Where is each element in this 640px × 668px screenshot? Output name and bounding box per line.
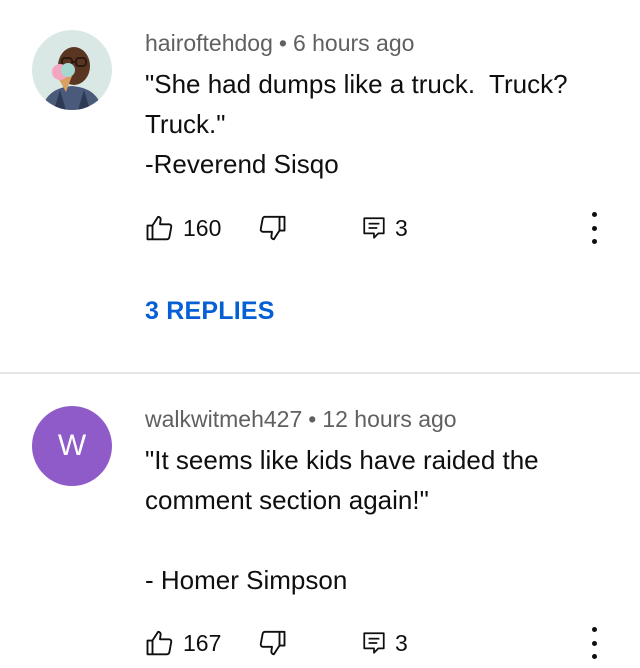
comment-meta: hairoftehdog • 6 hours ago <box>145 30 414 57</box>
more-vertical-icon-dot <box>591 212 597 217</box>
comment-time: 12 hours ago <box>322 406 457 432</box>
comment-time: 6 hours ago <box>292 30 415 56</box>
comment-text: "She had dumps like a truck. Truck? Truc… <box>145 69 568 179</box>
profile-photo-icon <box>32 30 112 110</box>
more-vertical-icon-dot <box>591 627 597 632</box>
thumbs-up-icon <box>146 215 173 241</box>
more-options-button[interactable] <box>582 627 606 659</box>
like-button[interactable]: 160 <box>145 213 257 243</box>
comment-divider <box>0 372 640 374</box>
comment-icon <box>363 632 385 654</box>
reply-count: 3 <box>395 214 408 241</box>
comment-text: "It seems like kids have raided the comm… <box>145 445 539 595</box>
comment-actions: 167 3 <box>145 623 620 663</box>
comment-actions: 160 3 <box>145 208 620 248</box>
meta-separator: • <box>308 406 317 432</box>
more-vertical-icon-dot <box>591 225 597 231</box>
meta-separator: • <box>278 30 287 56</box>
author-name[interactable]: walkwitmeh427 <box>145 406 302 432</box>
comment-icon <box>363 217 385 239</box>
view-replies-button[interactable]: 3 REPLIES <box>145 297 275 326</box>
thumbs-up-icon <box>146 630 173 656</box>
author-name[interactable]: hairoftehdog <box>145 30 273 56</box>
like-count: 167 <box>183 629 222 656</box>
reply-button[interactable]: 3 <box>361 215 408 242</box>
avatar[interactable] <box>32 30 112 110</box>
dislike-button[interactable] <box>257 213 361 243</box>
like-button[interactable]: 167 <box>145 628 257 658</box>
avatar[interactable]: W <box>32 406 112 486</box>
more-vertical-icon-dot <box>591 239 597 244</box>
dislike-button[interactable] <box>257 628 361 658</box>
comment-meta: walkwitmeh427 • 12 hours ago <box>145 406 457 433</box>
reply-count: 3 <box>395 629 408 656</box>
more-vertical-icon-dot <box>591 640 597 646</box>
more-vertical-icon-dot <box>591 654 597 659</box>
avatar-letter: W <box>57 429 87 462</box>
more-options-button[interactable] <box>582 212 606 244</box>
thumbs-down-icon <box>259 215 286 241</box>
thumbs-down-icon <box>259 630 286 656</box>
reply-button[interactable]: 3 <box>361 630 408 657</box>
like-count: 160 <box>183 214 222 241</box>
